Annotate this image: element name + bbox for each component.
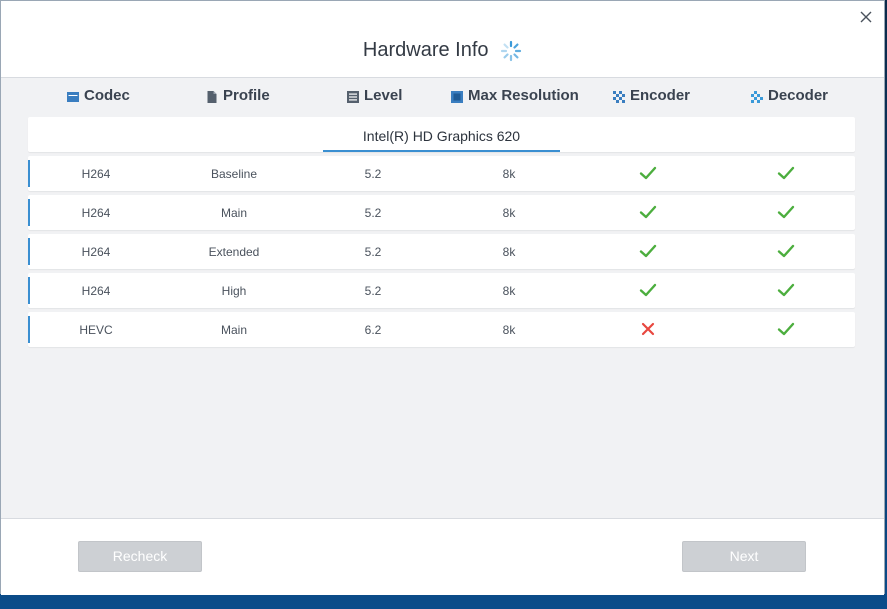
- column-header-label: Level: [364, 87, 403, 104]
- column-header-profile: Profile: [206, 87, 270, 104]
- column-header-level: Level: [347, 87, 402, 104]
- next-button[interactable]: Next: [682, 541, 806, 572]
- recheck-button[interactable]: Recheck: [78, 541, 202, 572]
- decoder-supported-check-icon: [776, 203, 796, 224]
- column-header-codec: Codec: [67, 87, 130, 104]
- max-resolution-cell: 8k: [502, 323, 516, 337]
- row-accent: [28, 199, 30, 226]
- list-icon: [347, 90, 359, 103]
- profile-cell: Main: [220, 323, 247, 337]
- codec-table: H264 Baseline 5.2 8k H264 Main 5.2 8k H2…: [28, 156, 855, 351]
- table-row: H264 Extended 5.2 8k: [28, 234, 855, 269]
- codec-cell: HEVC: [79, 323, 113, 337]
- encoder-icon: [613, 90, 625, 103]
- codec-cell: H264: [81, 167, 111, 181]
- decoder-icon: [751, 90, 763, 103]
- level-cell: 5.2: [364, 206, 382, 220]
- decoder-supported-check-icon: [776, 320, 796, 341]
- codec-cell: H264: [81, 245, 111, 259]
- column-header-label: Decoder: [768, 87, 829, 104]
- column-header-label: Max Resolution: [468, 87, 579, 104]
- decoder-supported-check-icon: [776, 164, 796, 185]
- encoder-unsupported-cross-icon: [638, 320, 658, 341]
- dialog-title: Hardware Info: [362, 39, 489, 62]
- dialog-footer: Recheck Next: [1, 519, 884, 595]
- max-resolution-cell: 8k: [502, 284, 516, 298]
- row-accent: [28, 160, 30, 187]
- column-header-max-resolution: Max Resolution: [451, 87, 579, 104]
- row-accent: [28, 238, 30, 265]
- level-cell: 5.2: [364, 167, 382, 181]
- profile-cell: High: [221, 284, 247, 298]
- dialog-header: Hardware Info: [1, 1, 884, 78]
- max-resolution-cell: 8k: [502, 206, 516, 220]
- column-header-label: Profile: [223, 87, 270, 104]
- table-row: H264 High 5.2 8k: [28, 273, 855, 308]
- column-header-label: Codec: [84, 87, 130, 104]
- decoder-supported-check-icon: [776, 281, 796, 302]
- level-cell: 6.2: [364, 323, 382, 337]
- profile-cell: Extended: [208, 245, 260, 259]
- max-resolution-cell: 8k: [502, 245, 516, 259]
- table-row: H264 Main 5.2 8k: [28, 195, 855, 230]
- close-icon[interactable]: [856, 7, 876, 27]
- row-accent: [28, 277, 30, 304]
- level-cell: 5.2: [364, 284, 382, 298]
- dialog-title-area: Hardware Info: [1, 39, 884, 62]
- hardware-info-dialog: Hardware Info Codec Profile Level Max Re…: [0, 0, 885, 595]
- decoder-supported-check-icon: [776, 242, 796, 263]
- encoder-supported-check-icon: [638, 242, 658, 263]
- max-resolution-cell: 8k: [502, 167, 516, 181]
- encoder-supported-check-icon: [638, 164, 658, 185]
- loading-spinner-icon: [500, 40, 522, 62]
- row-accent: [28, 316, 30, 343]
- device-tab[interactable]: Intel(R) HD Graphics 620: [28, 117, 855, 152]
- profile-cell: Main: [220, 206, 247, 220]
- codec-icon: [67, 90, 79, 102]
- column-header-encoder: Encoder: [613, 87, 690, 104]
- encoder-supported-check-icon: [638, 281, 658, 302]
- encoder-supported-check-icon: [638, 203, 658, 224]
- table-row: H264 Baseline 5.2 8k: [28, 156, 855, 191]
- level-cell: 5.2: [364, 245, 382, 259]
- table-row: HEVC Main 6.2 8k: [28, 312, 855, 347]
- codec-cell: H264: [81, 206, 111, 220]
- column-header-decoder: Decoder: [751, 87, 828, 104]
- column-header-row: Codec Profile Level Max Resolution Encod…: [1, 87, 884, 107]
- resolution-icon: [451, 90, 463, 103]
- device-tab-underline: [323, 150, 560, 152]
- column-header-label: Encoder: [630, 87, 691, 104]
- document-icon: [206, 90, 218, 103]
- codec-cell: H264: [81, 284, 111, 298]
- profile-cell: Baseline: [210, 167, 258, 181]
- device-name: Intel(R) HD Graphics 620: [362, 128, 521, 144]
